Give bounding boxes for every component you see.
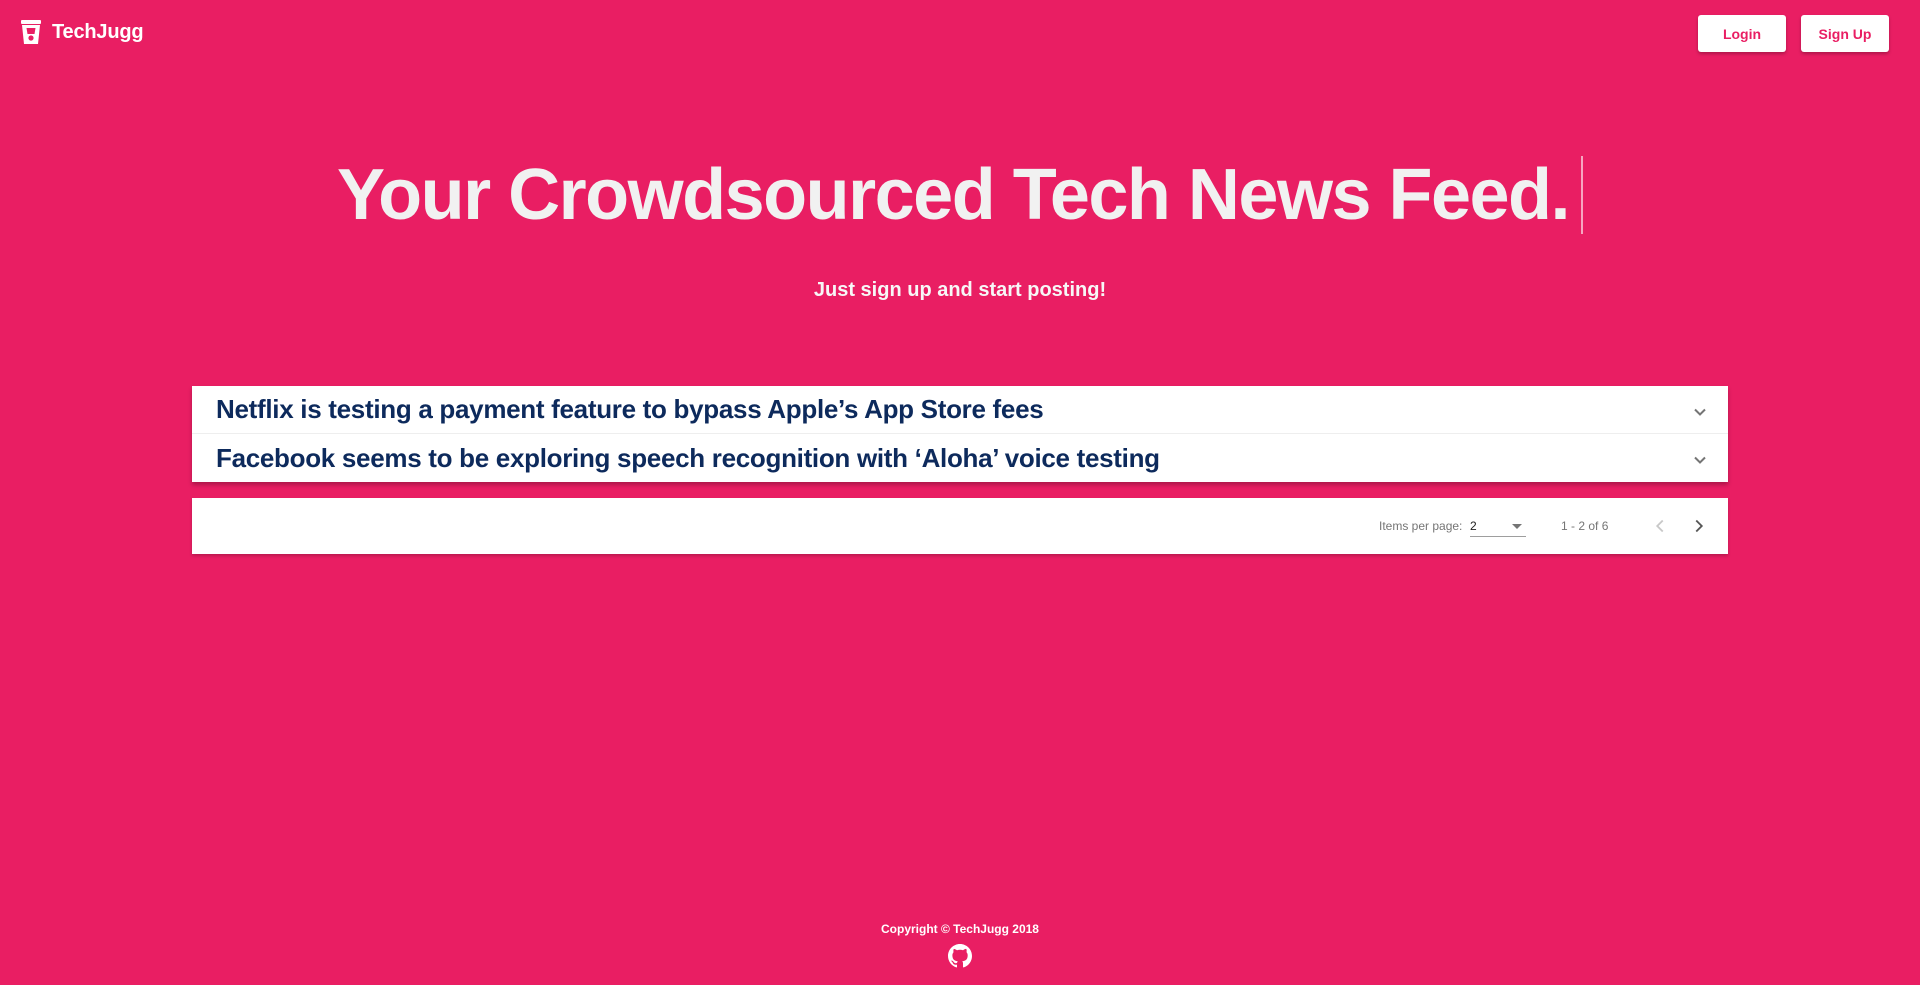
paginator: Items per page: 2 1 - 2 of 6 [192,498,1728,554]
copyright-text: Copyright © TechJugg 2018 [881,922,1039,936]
previous-page-button[interactable] [1644,510,1676,542]
feed-item[interactable]: Netflix is testing a payment feature to … [192,386,1728,434]
feed-item-title: Netflix is testing a payment feature to … [216,394,1044,424]
next-page-button[interactable] [1683,510,1715,542]
login-button[interactable]: Login [1698,15,1786,52]
items-per-page-value: 2 [1470,519,1477,533]
items-per-page-label: Items per page: [1379,519,1463,533]
chevron-right-icon [1695,519,1704,533]
items-per-page-select[interactable]: 2 [1470,515,1526,537]
news-feed: Netflix is testing a payment feature to … [192,386,1728,482]
github-icon [948,944,972,968]
chevron-left-icon [1655,519,1664,533]
sign-up-button[interactable]: Sign Up [1801,15,1889,52]
brand-link[interactable]: TechJugg [20,19,144,45]
hero-title: Your Crowdsourced Tech News Feed. [336,155,1571,235]
typing-caret [1581,156,1584,234]
hero-title-row: Your Crowdsourced Tech News Feed. [0,150,1920,240]
brand-name: TechJugg [52,20,144,43]
chevron-down-icon [1694,456,1706,464]
hero-subtitle: Just sign up and start posting! [813,279,1107,301]
feed-item[interactable]: Facebook seems to be exploring speech re… [192,434,1728,482]
dropdown-arrow-icon [1512,524,1522,529]
cup-icon [21,20,41,44]
github-link[interactable] [948,944,972,968]
chevron-down-icon [1694,408,1706,416]
feed-item-title: Facebook seems to be exploring speech re… [216,442,1160,473]
page: TechJugg Login Sign Up Your Crowdsourced… [0,0,1920,985]
range-label: 1 - 2 of 6 [1561,519,1609,533]
top-bar: TechJugg Login Sign Up [0,0,1920,66]
